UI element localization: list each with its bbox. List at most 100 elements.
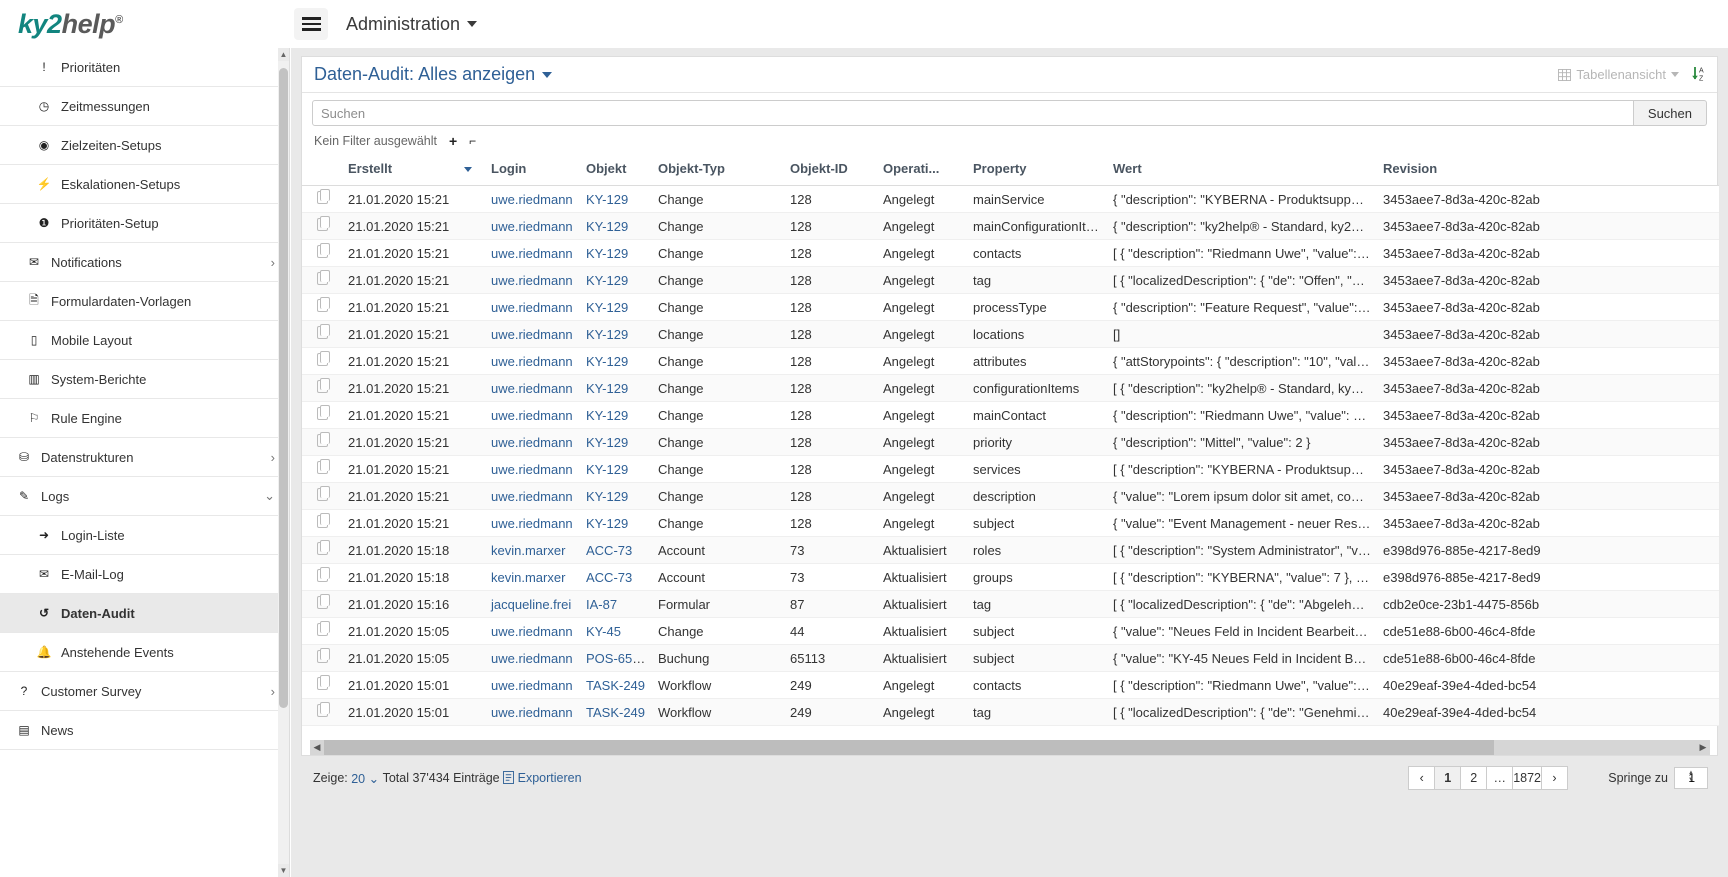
copy-icon[interactable] (317, 623, 328, 636)
sidebar-item-priorit-ten-setup[interactable]: ❶Prioritäten-Setup (0, 204, 289, 243)
cell-objekt[interactable]: KY-129 (580, 456, 652, 483)
copy-icon[interactable] (317, 191, 328, 204)
copy-icon[interactable] (317, 353, 328, 366)
table-row[interactable]: 21.01.2020 15:21uwe.riedmannKY-129Change… (302, 240, 1719, 267)
copy-icon[interactable] (317, 272, 328, 285)
cell-objekt[interactable]: KY-129 (580, 186, 652, 213)
row-copy-cell[interactable] (302, 591, 342, 618)
row-copy-cell[interactable] (302, 564, 342, 591)
column-header-objekt[interactable]: Objekt (580, 155, 652, 186)
page-button-prev[interactable]: ‹ (1408, 766, 1435, 790)
table-row[interactable]: 21.01.2020 15:21uwe.riedmannKY-129Change… (302, 375, 1719, 402)
cell-objekt[interactable]: KY-129 (580, 321, 652, 348)
cell-objekt[interactable]: IA-87 (580, 591, 652, 618)
add-filter-icon[interactable]: + (449, 133, 457, 149)
cell-login[interactable]: uwe.riedmann (485, 213, 580, 240)
cell-objekt[interactable]: KY-129 (580, 267, 652, 294)
sidebar-item-login-liste[interactable]: ➜Login-Liste (0, 516, 289, 555)
row-copy-cell[interactable] (302, 699, 342, 726)
copy-icon[interactable] (317, 245, 328, 258)
cell-login[interactable]: jacqueline.frei (485, 591, 580, 618)
sidebar-item-notifications[interactable]: ✉Notifications› (0, 243, 289, 282)
cell-login[interactable]: uwe.riedmann (485, 375, 580, 402)
sidebar-item-zeitmessungen[interactable]: ◷Zeitmessungen (0, 87, 289, 126)
cell-objekt[interactable]: ACC-73 (580, 537, 652, 564)
sidebar-item-zielzeiten-setups[interactable]: ◉Zielzeiten-Setups (0, 126, 289, 165)
cell-objekt[interactable]: KY-129 (580, 294, 652, 321)
row-copy-cell[interactable] (302, 618, 342, 645)
row-copy-cell[interactable] (302, 240, 342, 267)
table-row[interactable]: 21.01.2020 15:21uwe.riedmannKY-129Change… (302, 348, 1719, 375)
row-copy-cell[interactable] (302, 186, 342, 213)
sidebar-item-logs[interactable]: ✎Logs⌄ (0, 477, 289, 516)
sort-az-button[interactable]: A Z (1691, 65, 1707, 85)
copy-icon[interactable] (317, 461, 328, 474)
cell-objekt[interactable]: POS-65113 (580, 645, 652, 672)
copy-icon[interactable] (317, 326, 328, 339)
cell-login[interactable]: uwe.riedmann (485, 240, 580, 267)
cell-login[interactable]: uwe.riedmann (485, 267, 580, 294)
scroll-left-arrow[interactable]: ◀ (310, 742, 324, 753)
cell-login[interactable]: uwe.riedmann (485, 672, 580, 699)
cell-login[interactable]: kevin.marxer (485, 564, 580, 591)
column-header-login[interactable]: Login (485, 155, 580, 186)
column-header-revision[interactable]: Revision (1377, 155, 1719, 186)
cell-objekt[interactable]: KY-129 (580, 402, 652, 429)
row-copy-cell[interactable] (302, 483, 342, 510)
cell-objekt[interactable]: KY-129 (580, 348, 652, 375)
column-header-select[interactable] (302, 155, 342, 186)
cell-objekt[interactable]: TASK-249 (580, 672, 652, 699)
cell-login[interactable]: uwe.riedmann (485, 186, 580, 213)
table-row[interactable]: 21.01.2020 15:18kevin.marxerACC-73Accoun… (302, 564, 1719, 591)
app-logo[interactable]: ky2help® (0, 0, 290, 48)
cell-objekt[interactable]: KY-129 (580, 483, 652, 510)
copy-icon[interactable] (317, 542, 328, 555)
table-row[interactable]: 21.01.2020 15:21uwe.riedmannKY-129Change… (302, 267, 1719, 294)
column-header-wert[interactable]: Wert (1107, 155, 1377, 186)
copy-icon[interactable] (317, 596, 328, 609)
cell-objekt[interactable]: KY-129 (580, 240, 652, 267)
cell-objekt[interactable]: KY-129 (580, 213, 652, 240)
column-header-objekt-typ[interactable]: Objekt-Typ (652, 155, 784, 186)
cell-objekt[interactable]: ACC-73 (580, 564, 652, 591)
table-row[interactable]: 21.01.2020 15:21uwe.riedmannKY-129Change… (302, 321, 1719, 348)
save-filter-icon[interactable]: ⌐ (469, 134, 476, 148)
row-copy-cell[interactable] (302, 213, 342, 240)
cell-login[interactable]: uwe.riedmann (485, 402, 580, 429)
table-row[interactable]: 21.01.2020 15:18kevin.marxerACC-73Accoun… (302, 537, 1719, 564)
table-row[interactable]: 21.01.2020 15:01uwe.riedmannTASK-249Work… (302, 672, 1719, 699)
page-button-1872[interactable]: 1872 (1512, 766, 1542, 790)
row-copy-cell[interactable] (302, 402, 342, 429)
sidebar-item-system-berichte[interactable]: ▥System-Berichte (0, 360, 289, 399)
cell-objekt[interactable]: KY-129 (580, 510, 652, 537)
page-button-ellipsis[interactable]: … (1486, 766, 1513, 790)
sidebar-item-rule-engine[interactable]: ⚐Rule Engine (0, 399, 289, 438)
table-row[interactable]: 21.01.2020 15:21uwe.riedmannKY-129Change… (302, 456, 1719, 483)
row-copy-cell[interactable] (302, 321, 342, 348)
sidebar-item-eskalationen-setups[interactable]: ⚡Eskalationen-Setups (0, 165, 289, 204)
copy-icon[interactable] (317, 218, 328, 231)
sidebar-item-customer-survey[interactable]: ?Customer Survey› (0, 672, 289, 711)
copy-icon[interactable] (317, 299, 328, 312)
cell-login[interactable]: uwe.riedmann (485, 456, 580, 483)
cell-login[interactable]: uwe.riedmann (485, 618, 580, 645)
copy-icon[interactable] (317, 650, 328, 663)
row-copy-cell[interactable] (302, 510, 342, 537)
sidebar-item-formulardaten-vorlagen[interactable]: 🗎Formulardaten-Vorlagen (0, 282, 289, 321)
cell-objekt[interactable]: KY-129 (580, 375, 652, 402)
row-copy-cell[interactable] (302, 294, 342, 321)
cell-objekt[interactable]: KY-129 (580, 429, 652, 456)
page-size-select[interactable]: 20 ⌄ (351, 771, 379, 786)
page-button-2[interactable]: 2 (1460, 766, 1487, 790)
cell-login[interactable]: uwe.riedmann (485, 645, 580, 672)
sidebar-scrollbar[interactable]: ▲ ▼ (278, 48, 289, 877)
sidebar-item-news[interactable]: ▤News (0, 711, 289, 750)
cell-login[interactable]: uwe.riedmann (485, 699, 580, 726)
table-horizontal-scrollbar[interactable]: ◀ ▶ (310, 740, 1710, 755)
row-copy-cell[interactable] (302, 645, 342, 672)
export-button[interactable]: Exportieren (503, 771, 581, 785)
sidebar-item-mobile-layout[interactable]: ▯Mobile Layout (0, 321, 289, 360)
row-copy-cell[interactable] (302, 375, 342, 402)
cell-login[interactable]: uwe.riedmann (485, 510, 580, 537)
table-row[interactable]: 21.01.2020 15:05uwe.riedmannKY-45Change4… (302, 618, 1719, 645)
